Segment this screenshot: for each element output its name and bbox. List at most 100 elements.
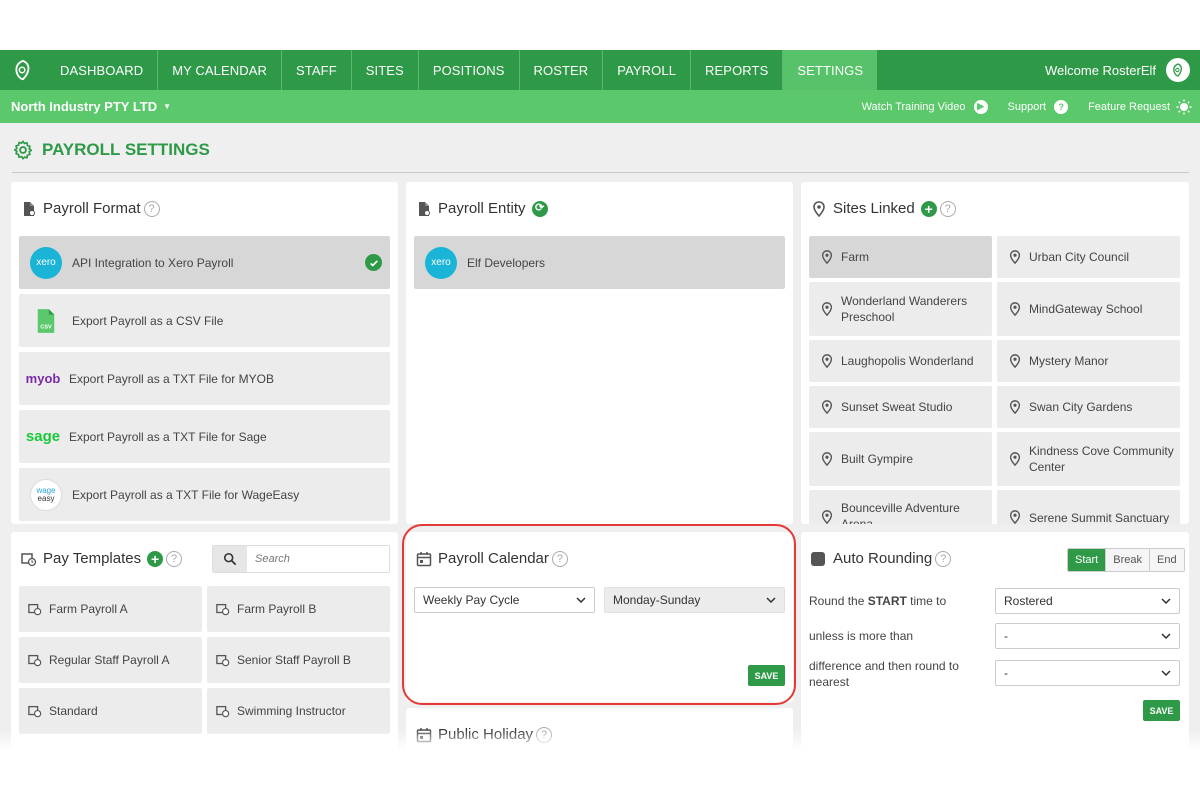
bottom-fade: [0, 730, 1200, 750]
add-site-icon[interactable]: +: [920, 200, 937, 217]
site-item[interactable]: Laughopolis Wonderland: [809, 340, 992, 382]
avatar[interactable]: [1166, 58, 1190, 82]
unless-select[interactable]: -: [995, 623, 1180, 649]
watch-training-video-link[interactable]: Watch Training Video ▶: [861, 99, 988, 114]
site-item[interactable]: MindGateway School: [997, 282, 1180, 336]
nav-payroll[interactable]: PAYROLL: [603, 50, 692, 90]
location-pin-icon: [813, 200, 825, 217]
gear-icon: [13, 140, 33, 160]
payroll-entity-panel: Payroll Entity ⟳ xero Elf Developers: [406, 182, 793, 524]
support-link[interactable]: Support ?: [1008, 99, 1069, 114]
help-icon[interactable]: ?: [166, 550, 183, 567]
payroll-format-header: Payroll Format ?: [21, 200, 160, 217]
help-icon[interactable]: ?: [935, 550, 952, 567]
help-icon[interactable]: ?: [939, 200, 956, 217]
site-item[interactable]: Bounceville Adventure Arena: [809, 490, 992, 524]
template-icon: [28, 603, 42, 616]
nearest-select[interactable]: -: [995, 660, 1180, 686]
round-to-select[interactable]: Rostered: [995, 588, 1180, 614]
template-item[interactable]: Standard: [19, 688, 202, 734]
template-label: Farm Payroll A: [49, 602, 128, 616]
site-item[interactable]: Farm: [809, 236, 992, 278]
payroll-format-option-myob[interactable]: myob Export Payroll as a TXT File for MY…: [19, 352, 390, 405]
location-pin-icon: [821, 452, 833, 466]
add-template-icon[interactable]: +: [147, 550, 164, 567]
payroll-format-title: Payroll Format: [43, 200, 141, 217]
save-button[interactable]: SAVE: [1143, 700, 1180, 721]
pay-cycle-value: Weekly Pay Cycle: [423, 593, 520, 607]
unless-value: -: [1004, 629, 1008, 643]
location-pin-icon: [1009, 354, 1021, 368]
template-item[interactable]: Regular Staff Payroll A: [19, 637, 202, 683]
site-item[interactable]: Wonderland Wanderers Preschool: [809, 282, 992, 336]
tab-end[interactable]: End: [1148, 549, 1184, 571]
chevron-down-icon: [1161, 633, 1171, 639]
site-item[interactable]: Mystery Manor: [997, 340, 1180, 382]
sites-linked-panel: Sites Linked + ? Farm Urban City Council…: [801, 182, 1189, 524]
lightbulb-icon: [1176, 99, 1192, 114]
site-item[interactable]: Urban City Council: [997, 236, 1180, 278]
company-selector[interactable]: North Industry PTY LTD ▼: [0, 99, 171, 114]
week-range-value: Monday-Sunday: [613, 593, 701, 607]
payroll-entity-item[interactable]: xero Elf Developers: [414, 236, 785, 289]
entity-label: Elf Developers: [467, 255, 546, 270]
round-label-post: time to: [906, 594, 947, 608]
template-item[interactable]: Farm Payroll B: [207, 586, 390, 632]
pay-cycle-select[interactable]: Weekly Pay Cycle: [414, 587, 595, 613]
template-label: Swimming Instructor: [237, 704, 346, 718]
tab-start[interactable]: Start: [1068, 549, 1106, 571]
payroll-entity-title: Payroll Entity: [438, 200, 526, 217]
welcome-text: Welcome RosterElf: [1044, 62, 1156, 78]
payroll-format-option-csv[interactable]: CSV Export Payroll as a CSV File: [19, 294, 390, 347]
nav-roster[interactable]: ROSTER: [520, 50, 604, 90]
nav-sites[interactable]: SITES: [352, 50, 419, 90]
auto-rounding-title: Auto Rounding: [833, 550, 933, 567]
help-icon[interactable]: ?: [143, 200, 160, 217]
site-item[interactable]: Built Gympire: [809, 432, 992, 486]
template-item[interactable]: Farm Payroll A: [19, 586, 202, 632]
search-input[interactable]: [247, 546, 387, 572]
search-icon[interactable]: [213, 546, 247, 572]
payroll-format-option-xero[interactable]: xero API Integration to Xero Payroll: [19, 236, 390, 289]
rosterelf-logo-icon[interactable]: [0, 50, 46, 90]
tab-break[interactable]: Break: [1105, 549, 1149, 571]
unless-label: unless is more than: [809, 629, 914, 643]
site-label: Kindness Cove Community Center: [1029, 444, 1174, 474]
payroll-format-option-wageeasy[interactable]: wage easy Export Payroll as a TXT File fo…: [19, 468, 390, 521]
nav-my-calendar[interactable]: MY CALENDAR: [158, 50, 283, 90]
site-label: Built Gympire: [841, 452, 914, 466]
site-item[interactable]: Kindness Cove Community Center: [997, 432, 1180, 486]
nav-settings[interactable]: SETTINGS: [783, 50, 878, 90]
template-item[interactable]: Senior Staff Payroll B: [207, 637, 390, 683]
option-label: API Integration to Xero Payroll: [72, 255, 234, 270]
nav-dashboard[interactable]: DASHBOARD: [46, 50, 159, 90]
feature-request-link[interactable]: Feature Request: [1088, 99, 1192, 115]
template-item[interactable]: Swimming Instructor: [207, 688, 390, 734]
check-icon: [365, 254, 382, 271]
wageeasy-logo-icon: wage easy: [30, 478, 62, 511]
watch-training-video-label: Watch Training Video: [861, 100, 966, 113]
nav-reports[interactable]: REPORTS: [691, 50, 784, 90]
template-icon: [216, 654, 230, 667]
site-item[interactable]: Swan City Gardens: [997, 386, 1180, 428]
template-search: [212, 545, 390, 573]
feature-request-label: Feature Request: [1088, 100, 1170, 113]
site-label: Serene Summit Sanctuary: [1029, 511, 1170, 524]
template-icon: [28, 705, 42, 718]
refresh-icon[interactable]: ⟳: [531, 200, 548, 217]
help-icon[interactable]: ?: [551, 550, 568, 567]
svg-text:CSV: CSV: [40, 324, 52, 330]
site-item[interactable]: Serene Summit Sanctuary: [997, 490, 1180, 524]
rounding-icon: [811, 551, 825, 566]
payroll-format-option-sage[interactable]: sage Export Payroll as a TXT File for Sa…: [19, 410, 390, 463]
save-button[interactable]: SAVE: [748, 665, 785, 686]
page-title-text: PAYROLL SETTINGS: [42, 140, 210, 159]
week-range-select[interactable]: Monday-Sunday: [604, 587, 785, 613]
site-item[interactable]: Sunset Sweat Studio: [809, 386, 992, 428]
nav-staff[interactable]: STAFF: [282, 50, 352, 90]
site-label: Wonderland Wanderers Preschool: [841, 294, 968, 324]
chevron-down-icon: [576, 597, 586, 603]
nav-positions[interactable]: POSITIONS: [419, 50, 520, 90]
location-pin-icon: [1009, 510, 1021, 524]
location-pin-icon: [1009, 452, 1021, 466]
